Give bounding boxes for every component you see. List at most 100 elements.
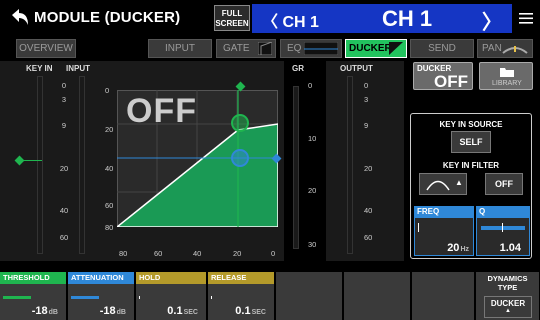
output-scale-tick: 20: [364, 164, 373, 173]
output-scale-tick: 9: [364, 121, 369, 130]
bottom-empty-2: [344, 272, 411, 320]
key-in-source-value: SELF: [459, 137, 483, 147]
tab-eq-label: EQ: [287, 43, 302, 54]
tab-send[interactable]: SEND: [410, 39, 474, 58]
tab-ducker-label: DUCKER: [349, 43, 392, 54]
filter-dropdown-icon: ▲: [455, 178, 463, 187]
graph-x-tick: 40: [193, 249, 202, 258]
ducker-mini-curve-icon: [389, 42, 403, 55]
dynamics-type-value: DUCKER: [490, 299, 526, 308]
next-channel-icon[interactable]: 〉: [482, 6, 502, 35]
key-in-filter-label: KEY IN FILTER: [442, 161, 500, 170]
output-meter-panel: [326, 61, 404, 261]
filter-curve-icon: [426, 180, 450, 191]
param-hold-knob[interactable]: HOLD 0.1SEC: [136, 272, 207, 320]
q-bar: [481, 226, 525, 230]
left-scale-tick: 9: [61, 121, 67, 130]
freq-value-wrap: 20Hz: [447, 242, 469, 254]
prev-channel-button[interactable]: 〈 CH 1: [262, 8, 319, 32]
param-label: THRESHOLD: [0, 272, 66, 284]
freq-indicator: [418, 223, 419, 232]
param-release-knob[interactable]: RELEASE 0.1SEC: [208, 272, 275, 320]
freq-knob[interactable]: FREQ 20Hz: [414, 206, 474, 256]
graph-x-tick: 60: [154, 249, 163, 258]
gr-label: GR: [292, 64, 304, 73]
graph-x-tick: 20: [233, 249, 242, 258]
graph-x-tick: 80: [119, 249, 128, 258]
graph-y-tick: 20: [105, 125, 114, 134]
param-value: -18dB: [100, 305, 134, 317]
param-indicator: [3, 296, 31, 299]
param-indicator: [211, 296, 212, 299]
tab-ducker[interactable]: DUCKER: [345, 39, 407, 58]
tab-overview[interactable]: OVERVIEW: [16, 39, 76, 58]
param-unit: SEC: [183, 309, 198, 316]
tab-pan[interactable]: PAN: [477, 39, 533, 58]
tab-pan-label: PAN: [482, 43, 502, 54]
param-unit: dB: [116, 309, 126, 316]
attenuation-point-icon[interactable]: [231, 149, 249, 167]
graph-y-tick: 0: [105, 86, 110, 95]
output-scale-tick: 0: [364, 81, 369, 90]
gr-scale-tick: 30: [308, 240, 317, 249]
input-label: INPUT: [66, 64, 90, 73]
key-in-label: KEY IN: [26, 64, 53, 73]
param-unit: dB: [48, 309, 58, 316]
bottom-empty-3: [412, 272, 475, 320]
knee-point-icon[interactable]: [231, 114, 249, 132]
menu-icon[interactable]: [516, 8, 536, 28]
output-meter: [347, 76, 353, 254]
freq-label: FREQ: [415, 207, 473, 218]
dynamics-type-button[interactable]: DUCKER ▲: [484, 296, 532, 318]
param-threshold-knob[interactable]: THRESHOLD -18dB: [0, 272, 67, 320]
gr-meter: [293, 86, 299, 249]
key-in-panel: KEY IN SOURCE SELF KEY IN FILTER ▲ OFF F…: [410, 113, 532, 259]
output-scale-tick: 60: [364, 233, 373, 242]
param-value: 0.1SEC: [235, 305, 274, 317]
gr-scale-tick: 20: [308, 186, 317, 195]
left-scale-tick: 20: [59, 164, 69, 173]
prev-channel-label: CH 1: [282, 14, 319, 31]
param-attenuation-knob[interactable]: ATTENUATION -18dB: [68, 272, 135, 320]
param-value-number: 0.1: [167, 305, 183, 317]
q-value: 1.04: [499, 242, 521, 254]
input-meter: [79, 76, 85, 254]
channel-name: CH 1: [382, 6, 433, 31]
bottom-gap: [0, 264, 540, 272]
param-value: 0.1SEC: [167, 305, 206, 317]
left-scale-tick: 40: [59, 206, 69, 215]
param-indicator: [71, 296, 99, 299]
param-indicator: [139, 296, 140, 299]
param-label: HOLD: [136, 272, 206, 284]
filter-type-button[interactable]: ▲: [419, 173, 467, 195]
tab-eq[interactable]: EQ: [280, 39, 342, 58]
filter-toggle-value: OFF: [495, 179, 513, 189]
left-scale-tick: 0: [61, 81, 67, 90]
output-scale-tick: 40: [364, 206, 373, 215]
full-screen-button[interactable]: FULL SCREEN: [214, 5, 250, 31]
param-value: -18dB: [32, 305, 66, 317]
dynamics-label-1: DYNAMICS: [487, 274, 528, 283]
gr-scale-tick: 10: [308, 134, 317, 143]
folder-icon: [500, 68, 514, 77]
library-button[interactable]: LIBRARY: [479, 62, 533, 90]
ducker-onoff-button[interactable]: DUCKER OFF: [413, 62, 473, 91]
key-in-source-button[interactable]: SELF: [451, 131, 491, 153]
freq-unit: Hz: [460, 246, 469, 253]
left-scale-tick: 3: [61, 95, 67, 104]
param-unit: SEC: [251, 309, 266, 316]
param-value-number: -18: [31, 305, 48, 317]
tab-gate[interactable]: GATE: [216, 39, 276, 58]
back-arrow-icon[interactable]: [8, 6, 30, 28]
ducker-onoff-state: OFF: [434, 72, 468, 91]
filter-toggle-button[interactable]: OFF: [485, 173, 523, 195]
tab-input[interactable]: INPUT: [148, 39, 212, 58]
eq-mini-curve-icon: [304, 42, 338, 55]
param-value-number: -18: [99, 305, 116, 317]
param-label: RELEASE: [208, 272, 274, 284]
page-title: MODULE (DUCKER): [34, 9, 181, 26]
channel-bar: 〈 CH 1 CH 1 〉: [252, 4, 512, 35]
full-screen-label-2: SCREEN: [215, 19, 249, 28]
q-indicator: [502, 223, 503, 232]
q-knob[interactable]: Q 1.04: [476, 206, 530, 256]
